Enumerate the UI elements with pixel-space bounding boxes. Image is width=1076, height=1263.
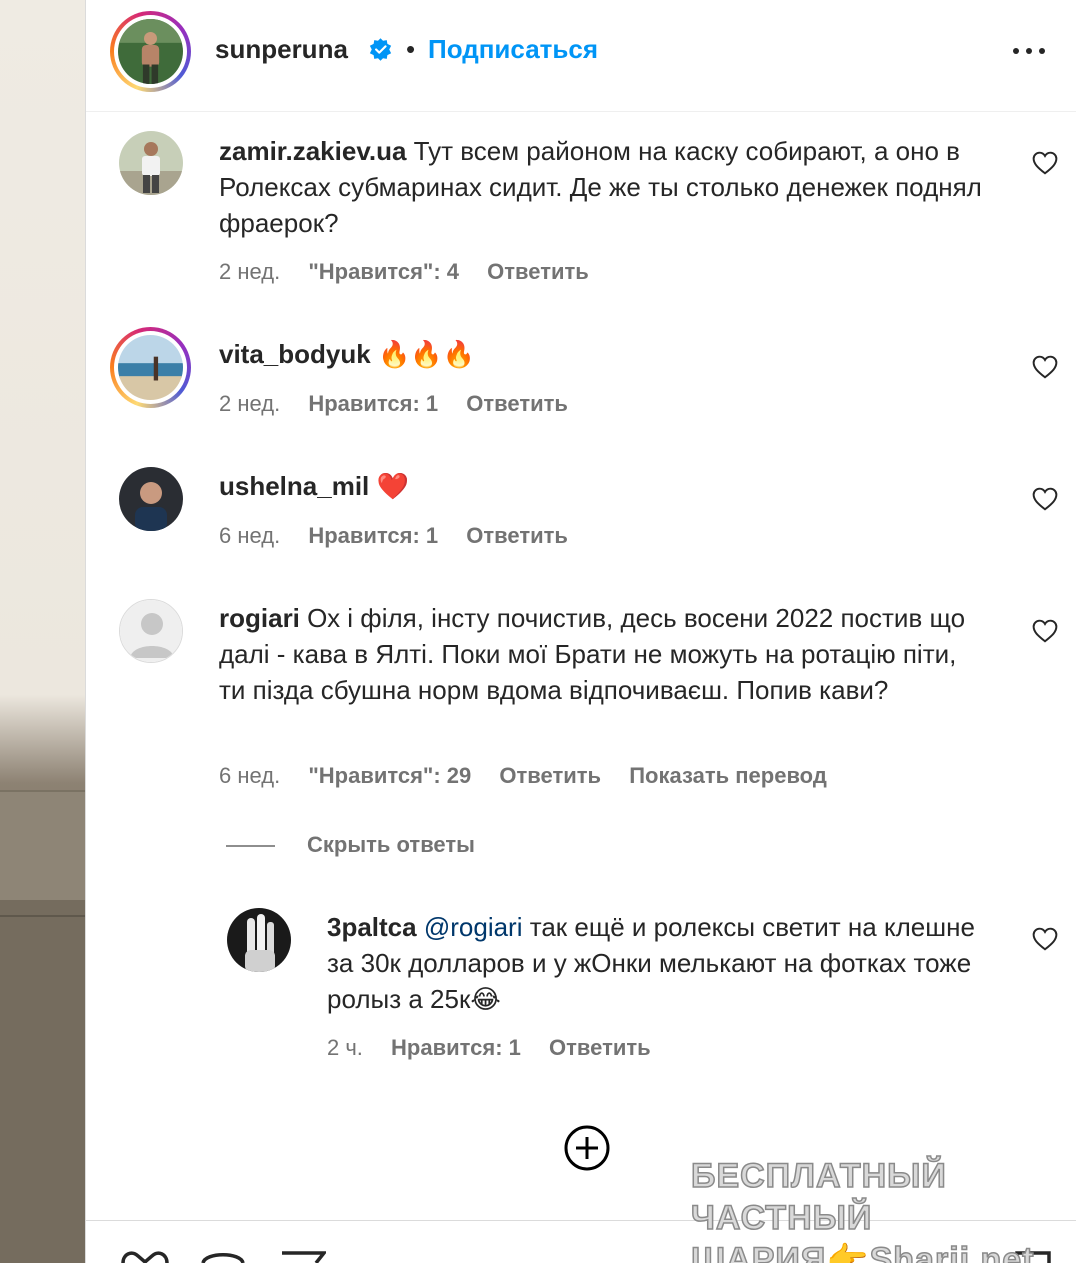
comment-post-icon[interactable]: [200, 1248, 246, 1263]
heart-icon[interactable]: [1032, 619, 1058, 643]
comment-text: ❤️: [376, 471, 409, 501]
header-separator: •: [406, 34, 416, 64]
heart-icon[interactable]: [1032, 927, 1058, 951]
reply-button[interactable]: Ответить: [499, 763, 601, 789]
like-post-icon[interactable]: [120, 1248, 170, 1263]
author-username[interactable]: sunperuna: [215, 34, 348, 65]
reply-likes[interactable]: Нравится: 1: [391, 1035, 521, 1061]
translate-button[interactable]: Показать перевод: [629, 763, 827, 789]
reply-button[interactable]: Ответить: [466, 391, 568, 417]
comment-meta: 6 нед. Нравится: 1 Ответить: [219, 523, 568, 549]
comment-time[interactable]: 6 нед.: [219, 523, 280, 549]
more-options-icon[interactable]: [1011, 38, 1047, 64]
hide-replies-button[interactable]: Скрыть ответы: [307, 832, 475, 858]
comment-username[interactable]: ushelna_mil: [219, 471, 369, 501]
reply-button[interactable]: Ответить: [487, 259, 589, 285]
comment-likes[interactable]: "Нравится": 4: [308, 259, 459, 285]
commenter-avatar[interactable]: [110, 327, 191, 408]
comment-meta: 2 нед. Нравится: 1 Ответить: [219, 391, 568, 417]
post-header: sunperuna • Подписаться: [86, 0, 1076, 112]
plus-circle-icon[interactable]: [563, 1124, 611, 1172]
heart-icon[interactable]: [1032, 487, 1058, 511]
reply-mention[interactable]: @rogiari: [424, 912, 523, 942]
commenter-avatar[interactable]: [119, 599, 183, 663]
comment: zamir.zakiev.ua Тут всем районом на каск…: [219, 133, 989, 241]
comment-likes[interactable]: Нравится: 1: [308, 523, 438, 549]
replies-divider: [226, 845, 275, 847]
comment-username[interactable]: zamir.zakiev.ua: [219, 136, 406, 166]
sofa-base: [0, 900, 85, 1263]
sofa-seam: [0, 915, 85, 917]
watermark-line1: БЕСПЛАТНЫЙ ЧАСТНЫЙ: [690, 1156, 947, 1238]
comment-time[interactable]: 2 нед.: [219, 259, 280, 285]
comment: ushelna_mil ❤️: [219, 468, 989, 504]
comment-username[interactable]: vita_bodyuk: [219, 339, 371, 369]
background-photo: [0, 0, 85, 1263]
commenter-avatar[interactable]: [119, 131, 183, 195]
reply-time[interactable]: 2 ч.: [327, 1035, 363, 1061]
commenter-avatar[interactable]: [227, 908, 291, 972]
comment: rogiari Ох і філя, інсту почистив, десь …: [219, 600, 989, 708]
comment: vita_bodyuk 🔥🔥🔥: [219, 336, 989, 372]
reply-meta: 2 ч. Нравится: 1 Ответить: [327, 1035, 651, 1061]
author-avatar[interactable]: [110, 11, 191, 92]
commenter-avatar[interactable]: [119, 467, 183, 531]
watermark: БЕСПЛАТНЫЙ ЧАСТНЫЙ ШАРИЯ👉Sharij.net: [690, 1155, 1076, 1263]
reply-button[interactable]: Ответить: [466, 523, 568, 549]
verified-badge-icon: [369, 38, 392, 61]
reply-comment: 3paltca @rogiari так ещё и ролексы свети…: [327, 909, 997, 1017]
comment-likes[interactable]: Нравится: 1: [308, 391, 438, 417]
comment-time[interactable]: 6 нед.: [219, 763, 280, 789]
comment-likes[interactable]: "Нравится": 29: [308, 763, 471, 789]
comment-text: 🔥🔥🔥: [377, 339, 476, 369]
comment-meta: 6 нед. "Нравится": 29 Ответить Показать …: [219, 763, 827, 789]
comment-time[interactable]: 2 нед.: [219, 391, 280, 417]
comment-username[interactable]: rogiari: [219, 603, 300, 633]
follow-button[interactable]: Подписаться: [428, 34, 598, 65]
comments-panel: sunperuna • Подписаться zamir.zakiev.ua …: [85, 0, 1076, 1263]
heart-icon[interactable]: [1032, 151, 1058, 175]
watermark-line2: ШАРИЯ👉Sharij.net: [690, 1240, 1035, 1263]
reply-username[interactable]: 3paltca: [327, 912, 417, 942]
share-post-icon[interactable]: [280, 1251, 326, 1263]
comment-meta: 2 нед. "Нравится": 4 Ответить: [219, 259, 589, 285]
reply-button[interactable]: Ответить: [549, 1035, 651, 1061]
heart-icon[interactable]: [1032, 355, 1058, 379]
comment-text: Ох і філя, інсту почистив, десь восени 2…: [219, 603, 966, 705]
